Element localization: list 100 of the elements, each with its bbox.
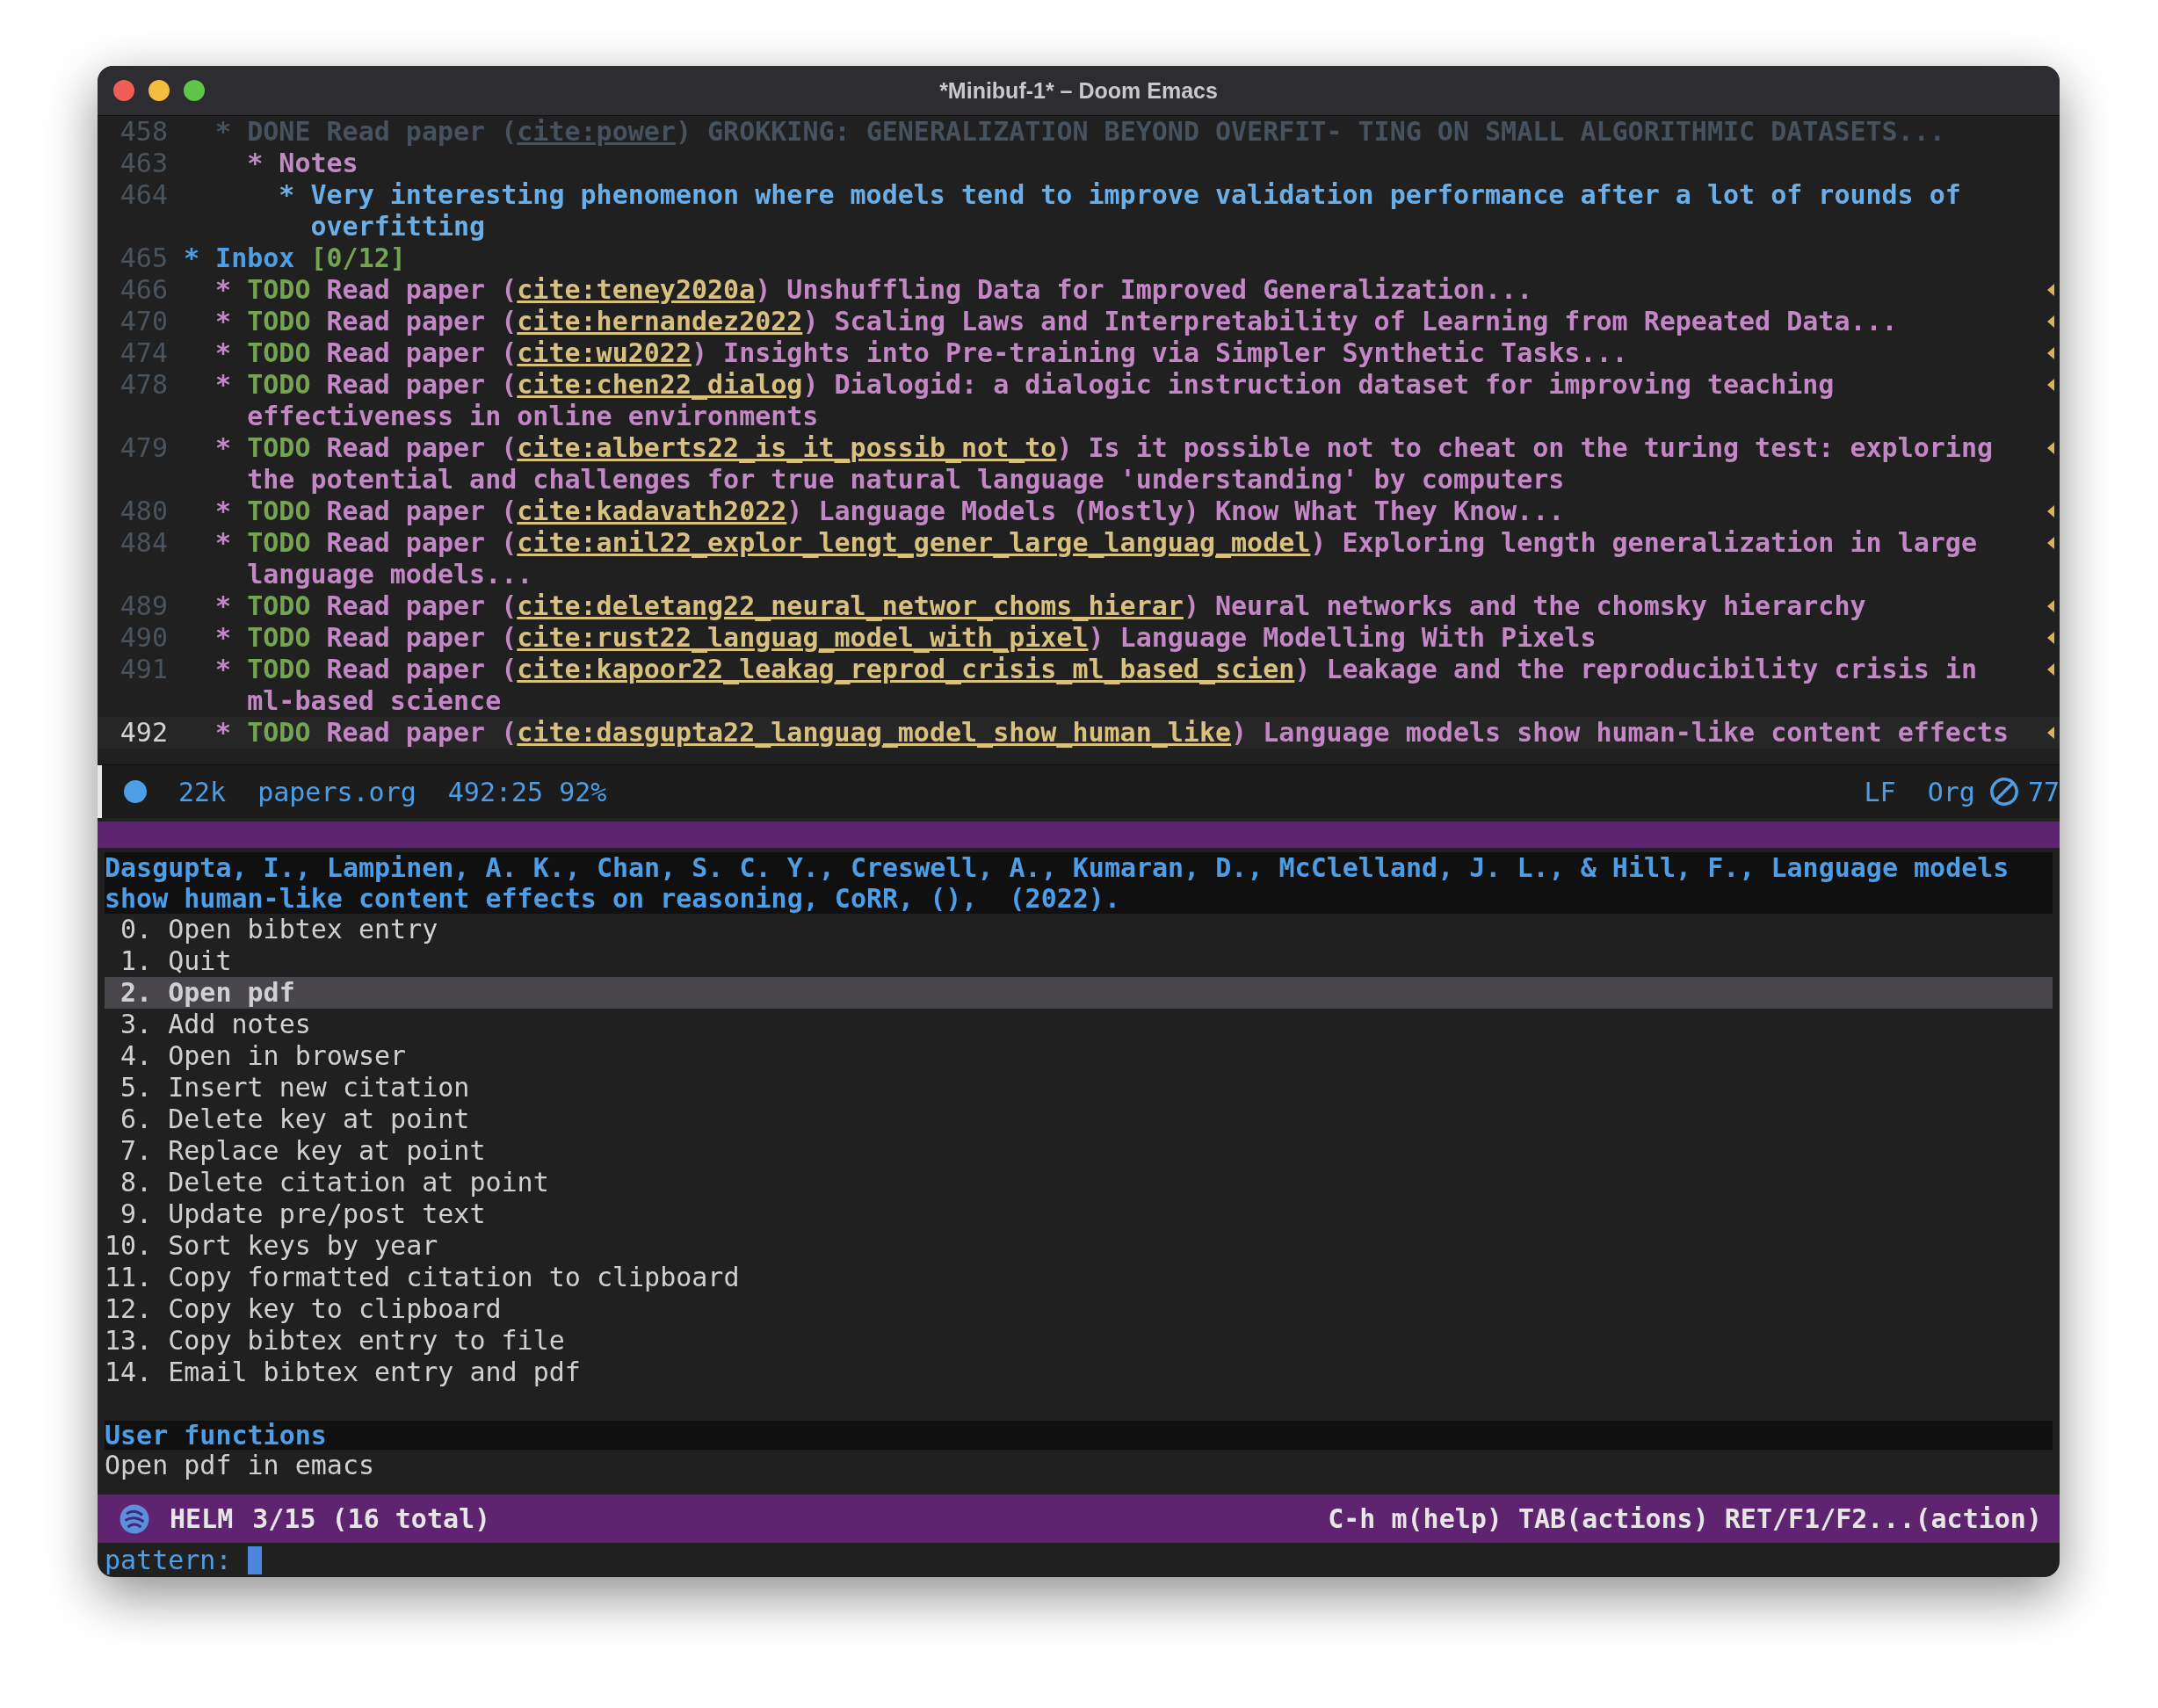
heading-text: Inbox bbox=[215, 242, 295, 273]
fold-indicator-icon bbox=[2047, 727, 2054, 739]
line-number: 492 bbox=[119, 717, 168, 749]
action-item[interactable]: 7. Replace key at point bbox=[105, 1135, 2053, 1167]
fold-indicator-icon bbox=[2047, 663, 2054, 676]
action-item[interactable]: 3. Add notes bbox=[105, 1009, 2053, 1040]
heading-text: Read paper (cite:alberts22_is_it_possib_not_to) Is it possible not to cheat on the turing test: exploring bbox=[326, 432, 1993, 463]
citation-link[interactable]: cite:hernandez2022 bbox=[517, 306, 803, 337]
prohibited-icon bbox=[1988, 777, 2019, 807]
line-number: 470 bbox=[119, 306, 168, 337]
heading-text: Read paper (cite:rust22_languag_model_with_pixel) Language Modelling With Pixels bbox=[326, 622, 1597, 653]
citation-link[interactable]: cite:alberts22_is_it_possib_not_to bbox=[517, 432, 1057, 463]
citation-link[interactable]: cite:rust22_languag_model_with_pixel bbox=[517, 622, 1089, 653]
heading-text: Read paper (cite:anil22_explor_lengt_gener_large_languag_model) Exploring length generalization in large bbox=[326, 527, 1977, 558]
action-item[interactable]: 5. Insert new citation bbox=[105, 1072, 2053, 1104]
heading-text: Notes bbox=[279, 148, 358, 178]
cursor-position: 492:25 92% bbox=[447, 776, 607, 807]
major-mode: Org bbox=[1927, 776, 1975, 807]
action-item[interactable]: 10. Sort keys by year bbox=[105, 1230, 2053, 1262]
action-item[interactable]: 1. Quit bbox=[105, 945, 2053, 977]
heading-text: Read paper (cite:kadavath2022) Language Models (Mostly) Know What They Know... bbox=[326, 496, 1565, 526]
todo-keyword: TODO bbox=[247, 369, 311, 400]
todo-keyword: TODO bbox=[247, 527, 311, 558]
key-hints: C-h m(help) TAB(actions) RET/F1/F2...(action) bbox=[1328, 1503, 2042, 1534]
heading-bullet: * bbox=[184, 242, 201, 274]
line-number: 463 bbox=[119, 148, 168, 179]
heading-bullet: * bbox=[215, 116, 233, 148]
close-button[interactable] bbox=[113, 80, 134, 101]
heading-bullet: * bbox=[215, 527, 233, 560]
citation-link[interactable]: cite:deletang22_neural_networ_choms_hierar bbox=[517, 590, 1184, 621]
text-cursor bbox=[247, 1545, 262, 1574]
fold-indicator-icon bbox=[2047, 600, 2054, 612]
fold-indicator-icon bbox=[2047, 632, 2054, 644]
candidate-text: Dasgupta, I., Lampinen, A. K., Chan, S. C. Y., Creswell, A., Kumaran, D., McClelland, J. L., & Hill, F., Language models bbox=[105, 852, 2010, 883]
heading-text: Read paper (cite:deletang22_neural_networ_choms_hierar) Neural networks and the chomsky hierarchy bbox=[326, 590, 1866, 621]
fold-indicator-icon bbox=[2047, 315, 2054, 328]
section-header: User functions bbox=[105, 1421, 2053, 1450]
action-item[interactable]: 14. Email bibtex entry and pdf bbox=[105, 1357, 2053, 1388]
minimize-button[interactable] bbox=[148, 80, 170, 101]
heading-bullet: * bbox=[279, 179, 296, 212]
citation-link[interactable]: cite:kapoor22_leakag_reprod_crisis_ml_based_scien bbox=[517, 654, 1295, 684]
helm-label: HELM bbox=[170, 1503, 234, 1534]
function-item[interactable]: Open pdf in emacs bbox=[105, 1450, 2053, 1481]
todo-keyword: TODO bbox=[247, 337, 311, 368]
line-number: 479 bbox=[119, 432, 168, 464]
heading-text: Read paper (cite:hernandez2022) Scaling Laws and Interpretability of Learning from Repeated Data... bbox=[326, 306, 1898, 337]
action-item[interactable]: 2. Open pdf bbox=[105, 977, 2053, 1009]
line-number: 490 bbox=[119, 622, 168, 654]
action-item[interactable]: 8. Delete citation at point bbox=[105, 1167, 2053, 1198]
action-item[interactable]: 12. Copy key to clipboard bbox=[105, 1293, 2053, 1325]
todo-keyword: TODO bbox=[247, 496, 311, 526]
heading-bullet: * bbox=[215, 717, 233, 749]
heading-bullet: * bbox=[247, 148, 264, 179]
heading-bullet: * bbox=[215, 274, 233, 306]
action-item[interactable]: 11. Copy formatted citation to clipboard bbox=[105, 1262, 2053, 1293]
heading-bullet: * bbox=[215, 369, 233, 402]
window-title: *Minibuf-1* – Doom Emacs bbox=[939, 77, 1218, 104]
action-item[interactable]: 0. Open bibtex entry bbox=[105, 914, 2053, 945]
heading-text: Read paper (cite:dasgupta22_languag_model_show_human_like) Language models show human-like content effects bbox=[326, 717, 2010, 748]
heading-text: Read paper (cite:wu2022) Insights into Pre-training via Simpler Synthetic Tasks... bbox=[326, 337, 1628, 368]
heading-text: Read paper (cite:kapoor22_leakag_reprod_crisis_ml_based_scien) Leakage and the reproducibility crisis in bbox=[326, 654, 1977, 684]
status-dot-icon bbox=[124, 780, 147, 803]
heading-bullet: * bbox=[215, 432, 233, 465]
action-item[interactable]: 6. Delete key at point bbox=[105, 1104, 2053, 1135]
prompt-label: pattern: bbox=[105, 1545, 232, 1575]
line-number: 458 bbox=[119, 116, 168, 148]
heading-bullet: * bbox=[215, 622, 233, 654]
citation-link[interactable]: cite:kadavath2022 bbox=[517, 496, 787, 526]
zoom-button[interactable] bbox=[184, 80, 205, 101]
todo-keyword: DONE bbox=[247, 116, 311, 147]
heading-text: effectiveness in online environments bbox=[247, 401, 819, 432]
heading-text: ml-based science bbox=[247, 685, 502, 717]
citation-link[interactable]: cite:chen22_dialog bbox=[517, 369, 803, 400]
heading-bullet: * bbox=[215, 654, 233, 686]
action-item[interactable]: 13. Copy bibtex entry to file bbox=[105, 1325, 2053, 1357]
line-number: 480 bbox=[119, 496, 168, 527]
citation-link[interactable]: cite:wu2022 bbox=[517, 337, 692, 368]
line-number: 489 bbox=[119, 590, 168, 622]
fold-indicator-icon bbox=[2047, 347, 2054, 359]
fold-indicator-icon bbox=[2047, 442, 2054, 454]
line-number: 466 bbox=[119, 274, 168, 306]
todo-keyword: TODO bbox=[247, 590, 311, 621]
todo-keyword: TODO bbox=[247, 654, 311, 684]
line-number: 491 bbox=[119, 654, 168, 685]
todo-keyword: TODO bbox=[247, 432, 311, 463]
heading-bullet: * bbox=[215, 337, 233, 369]
heading-text: Read paper (cite:teney2020a) Unshuffling Data for Improved Generalization... bbox=[326, 274, 1533, 305]
action-item[interactable]: 9. Update pre/post text bbox=[105, 1198, 2053, 1230]
line-ending: LF bbox=[1864, 776, 1896, 807]
line-number: 478 bbox=[119, 369, 168, 401]
heading-text: Very interesting phenomenon where models tend to improve validation performance after a lot of rounds of bbox=[310, 179, 1961, 210]
citation-link[interactable]: cite:dasgupta22_languag_model_show_human_like bbox=[517, 717, 1232, 748]
action-item[interactable]: 4. Open in browser bbox=[105, 1040, 2053, 1072]
todo-keyword: TODO bbox=[247, 306, 311, 337]
helm-logo-icon bbox=[119, 1502, 150, 1535]
fold-indicator-icon bbox=[2047, 537, 2054, 549]
line-number: 474 bbox=[119, 337, 168, 369]
citation-link[interactable]: cite:anil22_explor_lengt_gener_large_languag_model bbox=[517, 527, 1311, 558]
heading-text: Read paper (cite:power) GROKKING: GENERALIZATION BEYOND OVERFIT- TING ON SMALL ALGORITHMIC DATASETS... bbox=[326, 116, 1945, 147]
citation-link[interactable]: cite:teney2020a bbox=[517, 274, 756, 305]
